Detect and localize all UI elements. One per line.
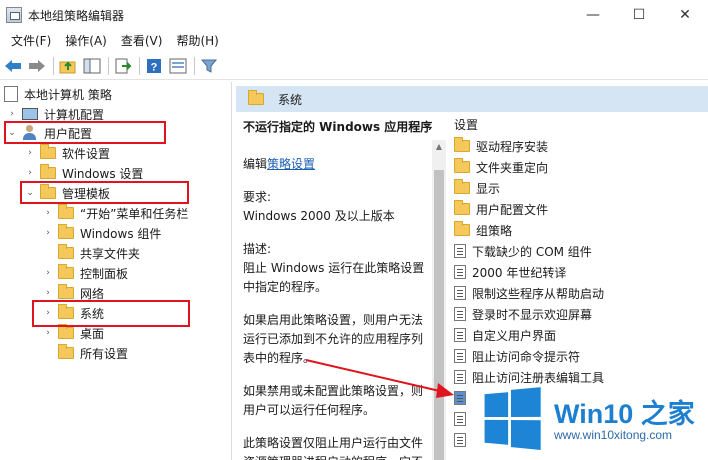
windows-logo-icon (484, 387, 541, 450)
watermark-brand: Win10 之家 (554, 399, 695, 429)
watermark-url: www.win10xitong.com (554, 428, 673, 442)
watermark: Win10 之家 www.win10xitong.com (466, 384, 708, 460)
